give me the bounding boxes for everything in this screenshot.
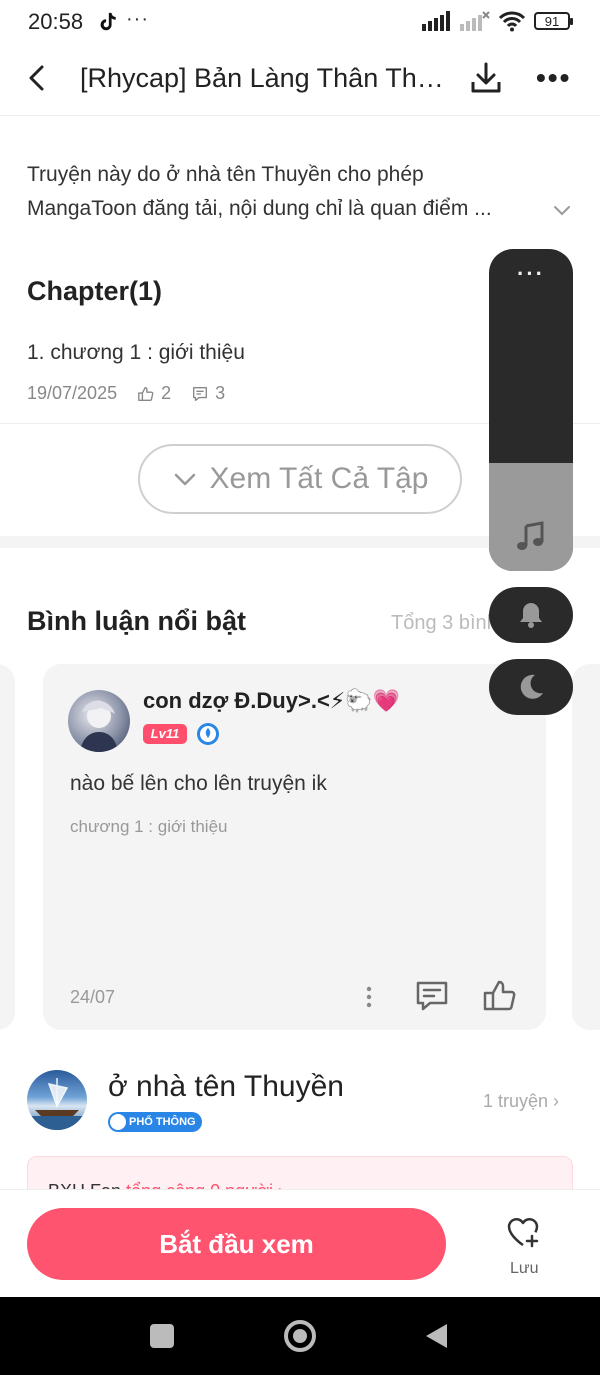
chevron-down-icon — [174, 473, 195, 486]
comments-heading: Bình luận nổi bật — [27, 606, 246, 636]
signal-icon — [422, 11, 450, 31]
description-text[interactable]: Truyện này do ở nhà tên Thuyền cho phép … — [27, 158, 547, 226]
tiktok-icon — [100, 12, 116, 31]
author-works-count: 1 truyện — [483, 1091, 549, 1111]
chapter-item-meta: 19/07/2025 2 3 — [27, 383, 225, 404]
bell-icon — [520, 603, 542, 628]
status-icons: 91 — [422, 10, 573, 32]
heart-plus-icon[interactable] — [505, 1214, 541, 1250]
author-name[interactable]: ở nhà tên Thuyền — [108, 1070, 344, 1104]
home-button[interactable] — [284, 1320, 316, 1352]
comment-text: nào bế lên cho lên truyện ik — [70, 772, 327, 795]
night-mode-button[interactable] — [489, 659, 573, 715]
avatar[interactable] — [68, 690, 130, 752]
chapter-heading: Chapter(1) — [27, 276, 163, 306]
music-note-icon[interactable] — [514, 519, 548, 553]
comment-card-prev[interactable] — [0, 664, 15, 1030]
comment-date: 24/07 — [70, 987, 116, 1007]
recent-apps-button[interactable] — [150, 1324, 174, 1348]
more-vertical-icon[interactable] — [360, 984, 378, 1010]
status-time: 20:58 — [28, 9, 84, 34]
vip-badge-icon — [197, 723, 219, 745]
save-label[interactable]: Lưu — [510, 1260, 539, 1278]
chapter-comment-count: 3 — [215, 383, 226, 403]
description-line-1: Truyện này do ở nhà tên Thuyền cho phép — [27, 163, 424, 186]
comment-chapter[interactable]: chương 1 : giới thiệu — [70, 817, 227, 837]
author-badge-label: PHỔ THÔNG — [129, 1116, 196, 1128]
author-avatar[interactable] — [27, 1070, 87, 1130]
see-all-chapters-button[interactable]: Xem Tất Cả Tập — [138, 444, 462, 514]
panel-music-section[interactable] — [489, 463, 573, 571]
panel-more-icon[interactable]: ··· — [489, 261, 573, 287]
start-reading-button[interactable]: Bắt đầu xem — [27, 1208, 446, 1280]
bell-button[interactable] — [489, 587, 573, 643]
floating-panel[interactable]: ··· — [489, 249, 573, 571]
top-app-bar: [Rhycap] Bản Làng Thân Thuộc ••• — [0, 48, 600, 116]
comment-icon — [193, 386, 208, 401]
chapter-date: 19/07/2025 — [27, 383, 118, 403]
chapter-like-count: 2 — [161, 383, 172, 403]
battery-icon: 91 — [534, 12, 573, 30]
thumbs-up-icon — [138, 386, 154, 401]
comment-username[interactable]: con dzợ Đ.Duy>.<⚡🐑💗 — [143, 688, 400, 714]
reply-icon[interactable] — [414, 978, 450, 1014]
status-bar: 20:58 ··· 91 — [0, 0, 600, 44]
see-all-label: Xem Tất Cả Tập — [209, 462, 429, 495]
download-icon[interactable] — [468, 60, 504, 96]
thumbs-up-icon[interactable] — [482, 978, 518, 1014]
nav-back-icon[interactable] — [423, 1322, 449, 1350]
chapter-item-title[interactable]: 1. chương 1 : giới thiệu — [27, 341, 245, 365]
back-arrow-icon[interactable] — [22, 62, 54, 94]
moon-icon — [520, 674, 543, 699]
more-icon[interactable]: ••• — [536, 62, 571, 94]
bottom-action-bar: Bắt đầu xem Lưu — [0, 1189, 600, 1297]
wifi-icon — [498, 11, 526, 32]
notification-dots: ··· — [126, 8, 149, 30]
description-line-2: MangaToon đăng tải, nội dung chỉ là quan… — [27, 197, 492, 220]
comment-card-next[interactable] — [572, 664, 600, 1030]
signal-off-icon — [460, 11, 490, 31]
page-title: [Rhycap] Bản Làng Thân Thuộc — [80, 63, 452, 93]
badge-icon — [110, 1114, 126, 1130]
battery-level: 91 — [544, 13, 560, 29]
author-works-link[interactable]: 1 truyện › — [483, 1091, 559, 1112]
author-badge: PHỔ THÔNG — [108, 1112, 202, 1132]
level-badge: Lv11 — [143, 724, 187, 744]
chevron-down-icon[interactable] — [552, 200, 572, 220]
